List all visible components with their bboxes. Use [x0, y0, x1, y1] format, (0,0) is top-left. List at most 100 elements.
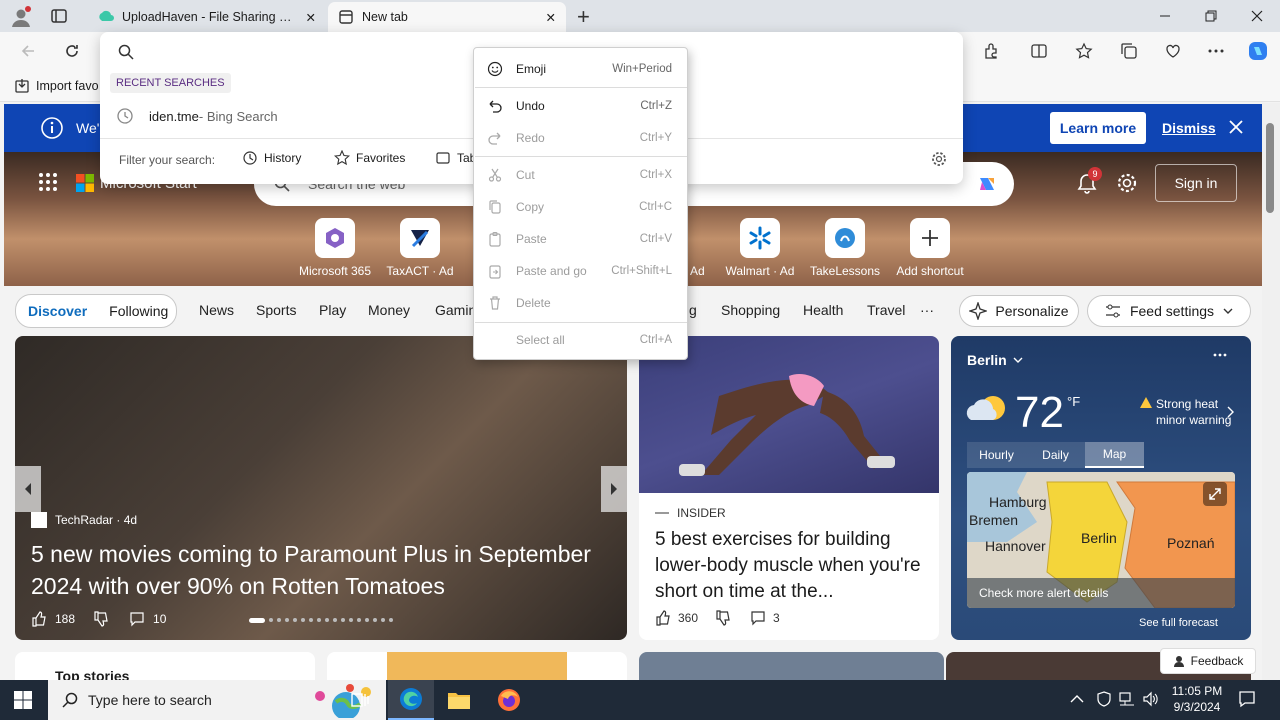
- filter-favorites[interactable]: Favorites: [334, 150, 405, 166]
- nav-money[interactable]: Money: [368, 302, 410, 318]
- page-scrollbar[interactable]: [1262, 103, 1280, 680]
- favorites-star-icon[interactable]: [1068, 35, 1100, 67]
- new-tab-plus-icon[interactable]: +: [577, 4, 590, 30]
- thumbs-up-icon[interactable]: [655, 610, 671, 626]
- minimize-icon[interactable]: [1142, 0, 1188, 32]
- show-hidden-icons-chevron-icon[interactable]: [1070, 693, 1084, 705]
- thumbs-down-icon[interactable]: [715, 610, 731, 626]
- tab-discover[interactable]: Discover: [28, 303, 87, 319]
- chevron-right-icon[interactable]: [1227, 406, 1235, 418]
- alert-details-link[interactable]: Check more alert details: [967, 578, 1235, 608]
- apps-grid-icon[interactable]: [38, 172, 58, 192]
- extensions-icon[interactable]: [975, 35, 1007, 67]
- task-view-icon[interactable]: [350, 690, 370, 710]
- menu-item-paste[interactable]: Paste Ctrl+V: [474, 224, 687, 254]
- windows-start-icon[interactable]: [14, 691, 32, 709]
- volume-icon[interactable]: [1142, 691, 1160, 707]
- profile-avatar-icon[interactable]: [10, 6, 32, 28]
- back-arrow-icon[interactable]: [12, 35, 44, 67]
- taskbar-clock[interactable]: 11:05 PM 9/3/2024: [1168, 683, 1226, 715]
- menu-item-cut[interactable]: Cut Ctrl+X: [474, 160, 687, 190]
- comment-icon[interactable]: [129, 611, 145, 627]
- close-tab-icon[interactable]: ✕: [306, 10, 316, 25]
- thumbs-up-icon[interactable]: [31, 611, 47, 627]
- tab-new-tab[interactable]: New tab ✕: [328, 2, 566, 32]
- browser-essentials-icon[interactable]: [1157, 35, 1189, 67]
- shortcut-microsoft-365[interactable]: Microsoft 365: [293, 218, 377, 278]
- weather-map[interactable]: Hamburg Bremen Hannover Berlin Poznań Ch…: [967, 472, 1235, 608]
- notification-center-icon[interactable]: [1238, 690, 1256, 708]
- import-favorites-link[interactable]: Import favo: [14, 78, 99, 94]
- tab-actions-icon[interactable]: [50, 7, 68, 25]
- carousel-prev-icon[interactable]: [15, 466, 41, 512]
- filter-tabs[interactable]: Tab: [435, 150, 476, 166]
- recent-search-item[interactable]: iden.tme - Bing Search: [100, 102, 470, 130]
- shortcut-takelessons[interactable]: TakeLessons: [803, 218, 887, 278]
- nav-health[interactable]: Health: [803, 302, 843, 318]
- comment-icon[interactable]: [750, 610, 766, 626]
- thumbs-down-icon[interactable]: [93, 611, 109, 627]
- shortcut-taxact[interactable]: TaxACT · Ad: [378, 218, 462, 278]
- network-icon[interactable]: [1118, 691, 1136, 707]
- menu-item-paste-and-go[interactable]: Paste and go Ctrl+Shift+L: [474, 256, 687, 286]
- filter-history[interactable]: History: [242, 150, 301, 166]
- heat-alert[interactable]: Strong heat minor warning: [1156, 396, 1238, 428]
- split-screen-icon[interactable]: [1023, 35, 1055, 67]
- carousel-next-icon[interactable]: [601, 466, 627, 512]
- nav-sports[interactable]: Sports: [256, 302, 296, 318]
- feedback-button[interactable]: Feedback: [1160, 648, 1256, 674]
- file-explorer-icon[interactable]: [447, 689, 471, 711]
- copilot-icon[interactable]: [1242, 35, 1274, 67]
- menu-item-redo[interactable]: Redo Ctrl+Y: [474, 123, 687, 153]
- nav-more[interactable]: ···: [920, 302, 934, 318]
- dismiss-link[interactable]: Dismiss: [1162, 120, 1216, 136]
- full-forecast-link[interactable]: See full forecast: [1139, 617, 1218, 629]
- edge-taskbar-icon[interactable]: [388, 680, 434, 720]
- weather-card[interactable]: Berlin 72 °F Strong heat minor warning H…: [951, 336, 1251, 640]
- nav-play[interactable]: Play: [319, 302, 346, 318]
- settings-more-icon[interactable]: [1200, 35, 1232, 67]
- scrollbar-thumb[interactable]: [1266, 123, 1274, 213]
- taskbar-search-box[interactable]: Type here to search: [48, 680, 386, 720]
- firefox-icon[interactable]: [497, 688, 521, 712]
- refresh-icon[interactable]: [56, 35, 88, 67]
- collections-icon[interactable]: [1113, 35, 1145, 67]
- tab-map[interactable]: Map: [1085, 442, 1144, 468]
- close-tab-icon[interactable]: ✕: [546, 10, 556, 25]
- sign-in-button[interactable]: Sign in: [1155, 164, 1237, 202]
- nav-travel[interactable]: Travel: [867, 302, 905, 318]
- feed-settings-button[interactable]: Feed settings: [1087, 295, 1251, 327]
- tab-daily[interactable]: Daily: [1026, 442, 1085, 468]
- page-settings-gear-icon[interactable]: [1116, 172, 1138, 194]
- nav-partial[interactable]: g: [689, 302, 697, 318]
- menu-item-undo[interactable]: Undo Ctrl+Z: [474, 91, 687, 121]
- menu-item-select-all[interactable]: Select all Ctrl+A: [474, 325, 687, 355]
- shortcut-walmart[interactable]: Walmart · Ad: [718, 218, 802, 278]
- security-icon[interactable]: [1096, 691, 1112, 707]
- omnibox-settings-gear-icon[interactable]: [931, 151, 947, 167]
- tab-following[interactable]: Following: [109, 303, 168, 319]
- side-story-card[interactable]: INSIDER 5 best exercises for building lo…: [639, 336, 939, 640]
- restore-icon[interactable]: [1188, 0, 1234, 32]
- tab-hourly[interactable]: Hourly: [967, 442, 1026, 468]
- menu-item-delete[interactable]: Delete: [474, 288, 687, 318]
- address-input[interactable]: [130, 66, 470, 67]
- close-banner-icon[interactable]: [1228, 119, 1244, 135]
- learn-more-button[interactable]: Learn more: [1050, 112, 1146, 144]
- nav-gaming[interactable]: Gamin: [435, 302, 476, 318]
- more-options-icon[interactable]: [1213, 352, 1227, 358]
- close-window-icon[interactable]: [1234, 0, 1280, 32]
- notifications-bell-icon[interactable]: 9: [1074, 167, 1102, 195]
- menu-item-emoji[interactable]: Emoji Win+Period: [474, 54, 687, 84]
- expand-icon[interactable]: [1203, 482, 1227, 506]
- story-headline[interactable]: 5 best exercises for building lower-body…: [655, 527, 927, 605]
- main-story-card[interactable]: TechRadar · 4d 5 new movies coming to Pa…: [15, 336, 627, 640]
- add-shortcut-button[interactable]: Add shortcut: [888, 218, 972, 278]
- personalize-button[interactable]: Personalize: [959, 295, 1079, 327]
- nav-news[interactable]: News: [199, 302, 234, 318]
- tab-uploadhaven[interactable]: UploadHaven - File Sharing Made ✕: [88, 2, 326, 32]
- story-headline[interactable]: 5 new movies coming to Paramount Plus in…: [31, 538, 621, 602]
- menu-item-copy[interactable]: Copy Ctrl+C: [474, 192, 687, 222]
- weather-location[interactable]: Berlin: [967, 352, 1023, 368]
- nav-shopping[interactable]: Shopping: [721, 302, 780, 318]
